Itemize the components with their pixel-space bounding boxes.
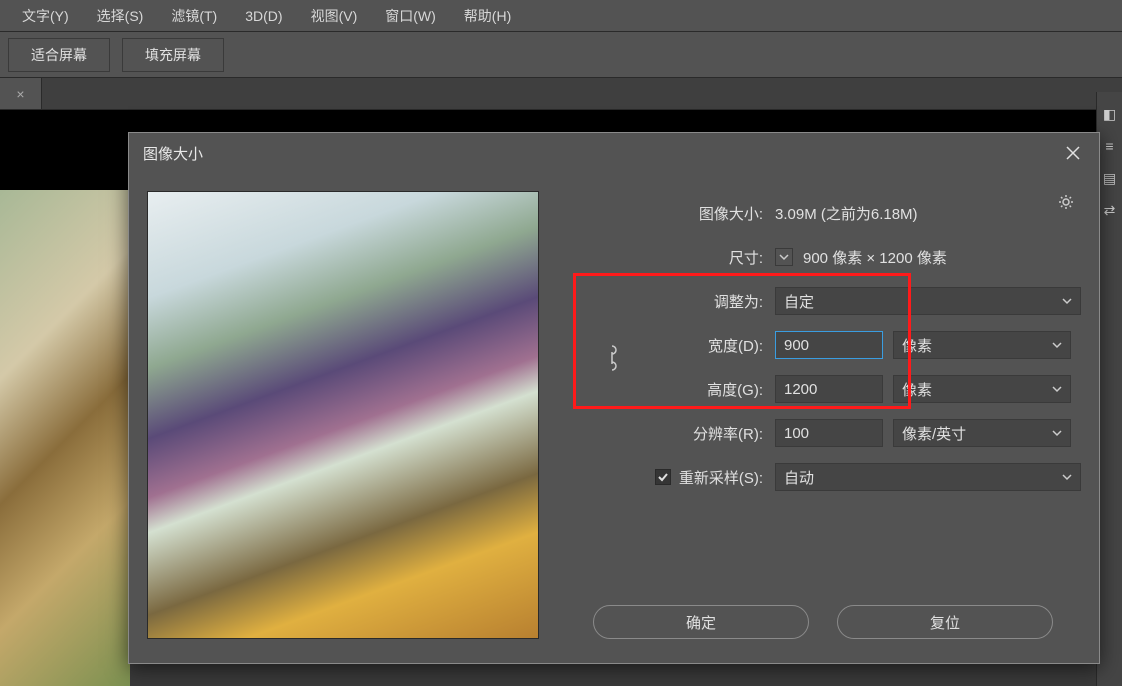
fit-screen-button[interactable]: 适合屏幕 [8,38,110,72]
row-resolution: 分辨率(R): 像素/英寸 [567,411,1081,455]
chevron-down-icon[interactable] [775,248,793,266]
fitto-label: 调整为: [567,291,775,312]
fitto-select[interactable]: 自定 [775,287,1081,315]
settings-panel: 图像大小: 3.09M (之前为6.18M) 尺寸: 900 像素 × 1200… [567,191,1081,653]
imagesize-label: 图像大小: [567,203,775,224]
image-size-dialog: 图像大小 图像大小: 3.09M (之前为6.18M) 尺寸: 900 像素 × [128,132,1100,664]
menu-filter[interactable]: 滤镜(T) [157,2,231,30]
menu-select[interactable]: 选择(S) [83,2,158,30]
width-input[interactable] [775,331,883,359]
resolution-label: 分辨率(R): [567,423,775,444]
panel-icon-3[interactable]: ▤ [1101,170,1119,188]
imagesize-value: 3.09M (之前为6.18M) [775,203,1081,224]
preview-image [147,191,539,639]
dimensions-label: 尺寸: [567,247,775,268]
row-imagesize: 图像大小: 3.09M (之前为6.18M) [567,191,1081,235]
resolution-unit-select[interactable]: 像素/英寸 [893,419,1071,447]
document-tabbar: × [0,78,1122,110]
panel-icon-1[interactable]: ◧ [1101,106,1119,124]
ok-button[interactable]: 确定 [593,605,809,639]
chevron-down-icon [1062,469,1072,486]
width-unit-value: 像素 [902,335,932,356]
resample-label: 重新采样(S): [679,467,763,488]
chevron-down-icon [1052,425,1062,442]
close-icon[interactable] [1061,141,1085,165]
dialog-title: 图像大小 [143,143,203,164]
canvas-image [0,190,130,686]
gear-icon[interactable] [1057,193,1077,213]
chevron-down-icon [1062,293,1072,310]
resample-select[interactable]: 自动 [775,463,1081,491]
menu-view[interactable]: 视图(V) [297,2,372,30]
fill-screen-button[interactable]: 填充屏幕 [122,38,224,72]
tab-close-icon[interactable]: × [0,78,42,109]
chevron-down-icon [1052,337,1062,354]
dimensions-value: 900 像素 × 1200 像素 [803,247,947,268]
menu-window[interactable]: 窗口(W) [371,2,450,30]
height-input[interactable] [775,375,883,403]
row-resample: 重新采样(S): 自动 [567,455,1081,499]
width-unit-select[interactable]: 像素 [893,331,1071,359]
height-label: 高度(G): [567,379,775,400]
row-width: 宽度(D): 像素 [567,323,1081,367]
fitto-value: 自定 [784,291,814,312]
height-unit-select[interactable]: 像素 [893,375,1071,403]
resample-value: 自动 [784,467,814,488]
resample-checkbox[interactable] [655,469,671,485]
height-unit-value: 像素 [902,379,932,400]
resolution-unit-value: 像素/英寸 [902,423,966,444]
row-fitto: 调整为: 自定 [567,279,1081,323]
panel-icon-2[interactable]: ≡ [1101,138,1119,156]
reset-button[interactable]: 复位 [837,605,1053,639]
dialog-buttons: 确定 复位 [593,595,1081,639]
dialog-titlebar: 图像大小 [129,133,1099,173]
width-label: 宽度(D): [567,335,775,356]
panel-icon-4[interactable]: ⇄ [1101,202,1119,220]
menubar: 文字(Y) 选择(S) 滤镜(T) 3D(D) 视图(V) 窗口(W) 帮助(H… [0,0,1122,32]
row-dimensions: 尺寸: 900 像素 × 1200 像素 [567,235,1081,279]
row-height: 高度(G): 像素 [567,367,1081,411]
chevron-down-icon [1052,381,1062,398]
link-icon[interactable] [603,339,621,377]
menu-3d[interactable]: 3D(D) [231,4,296,28]
menu-help[interactable]: 帮助(H) [450,2,525,30]
options-bar: 适合屏幕 填充屏幕 [0,32,1122,78]
resolution-input[interactable] [775,419,883,447]
menu-text[interactable]: 文字(Y) [8,2,83,30]
